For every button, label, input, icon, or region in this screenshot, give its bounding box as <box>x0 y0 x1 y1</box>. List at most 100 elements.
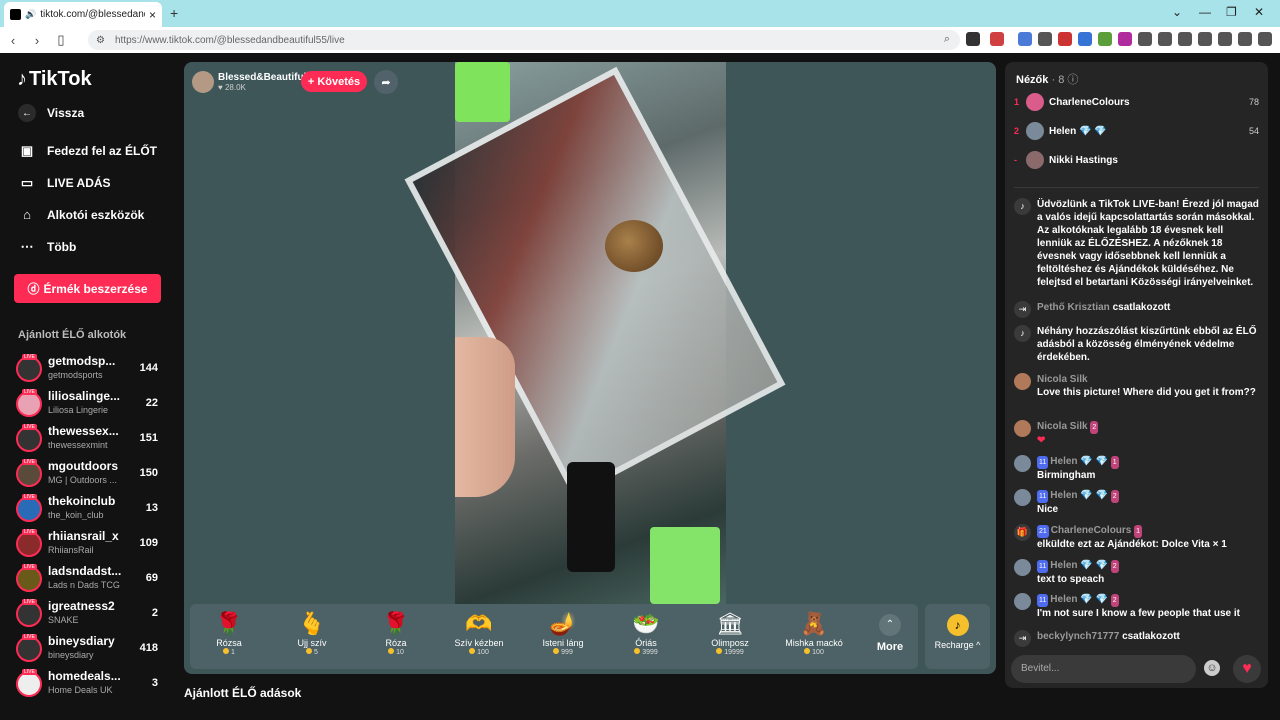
message-author[interactable]: Helen 💎 💎 <box>1050 594 1108 605</box>
info-icon[interactable]: ⓘ <box>1067 74 1078 86</box>
chat-message: ♪ Üdvözlünk a TikTok LIVE-ban! Érezd jól… <box>1014 198 1259 289</box>
more-gifts-button[interactable]: ⌃ More <box>868 614 912 653</box>
extensions-puzzle-icon[interactable] <box>1158 32 1172 46</box>
like-heart-icon[interactable]: ♥ <box>1233 655 1261 683</box>
message-author[interactable]: Pethő Krisztian <box>1037 302 1110 313</box>
sound-icon[interactable]: 🔊 <box>25 9 36 20</box>
viewers-header: Nézők · 8 ⓘ <box>1016 71 1078 87</box>
back-icon[interactable]: ‹ <box>2 33 24 48</box>
join-icon: ⇥ <box>1014 301 1031 318</box>
gift-item[interactable]: 🏛 Olimposz 19999 <box>691 610 769 656</box>
restore-icon[interactable]: ❐ <box>1226 5 1237 19</box>
tiktok-logo[interactable]: ♪ TikTok <box>17 68 92 91</box>
emoji-icon[interactable]: ☺ <box>1204 660 1220 676</box>
bookmark-icon[interactable]: ▯ <box>50 32 72 48</box>
creator-item[interactable]: LIVE igreatness2 SNAKE 2 <box>16 599 166 629</box>
tab-list-icon[interactable]: ⌄ <box>1172 5 1182 19</box>
gift-item[interactable]: 🧸 Mishka mackó 100 <box>775 610 853 656</box>
gift-price-value: 1 <box>231 649 235 656</box>
coin-icon <box>469 648 476 654</box>
host-info[interactable]: Blessed&Beautiful ♥ 28.0K <box>192 70 306 94</box>
lamp-icon: 🪔 <box>549 611 577 636</box>
sidebar-item-more[interactable]: ⋯ Több <box>18 239 77 255</box>
recharge-button[interactable]: ♪ Recharge ^ <box>925 604 990 669</box>
gift-item[interactable]: 🌹 Róza 10 <box>357 610 435 656</box>
follow-button[interactable]: + Követés <box>301 71 367 92</box>
gift-price: 10 <box>357 648 435 656</box>
hls-extension-icon[interactable] <box>1058 32 1072 46</box>
creator-item[interactable]: LIVE liliosalinge... Liliosa Lingerie 22 <box>16 389 166 419</box>
sidebar-item-creator-tools[interactable]: ⌂ Alkotói eszközök <box>18 207 144 222</box>
extension-icon[interactable] <box>1118 32 1132 46</box>
sidebar-item-label: LIVE ADÁS <box>47 176 111 190</box>
avatar[interactable] <box>1014 420 1031 437</box>
extension-icon[interactable] <box>1078 32 1092 46</box>
site-settings-icon[interactable]: ⚙ <box>96 35 105 46</box>
gift-icon: 🎁 <box>1014 524 1031 541</box>
extension-icon[interactable] <box>1138 32 1152 46</box>
browser-tab[interactable]: 🔊 tiktok.com/@blessedandbea × <box>4 2 162 27</box>
gift-item[interactable]: 🪔 Isteni láng 999 <box>524 610 602 656</box>
chat-message: 11 Helen 💎 💎 2 Nice <box>1014 489 1259 516</box>
gift-item[interactable]: 🥗 Óriás 3999 <box>607 610 685 656</box>
message-author[interactable]: beckylynch71777 <box>1037 631 1119 642</box>
creator-item[interactable]: LIVE ladsndadst... Lads n Dads TCG 69 <box>16 564 166 594</box>
gift-item[interactable]: 🫶 Szív kézben 100 <box>440 610 518 656</box>
share-icon[interactable]: ➦ <box>374 70 398 94</box>
brave-shield-icon[interactable] <box>966 32 980 46</box>
new-tab-icon[interactable]: + <box>170 5 178 21</box>
chat-input[interactable]: Bevitel... <box>1011 655 1196 683</box>
creator-item[interactable]: LIVE rhiiansrail_x RhiiansRail 109 <box>16 529 166 559</box>
sidebar-toggle-icon[interactable] <box>1178 32 1192 46</box>
creator-item[interactable]: LIVE homedeals... Home Deals UK 3 <box>16 669 166 699</box>
avatar[interactable] <box>1014 593 1031 610</box>
extension-icon[interactable] <box>1038 32 1052 46</box>
wallet-icon[interactable] <box>1198 32 1212 46</box>
chat-message: 🎁 21 CharleneColours 1 elküldte ezt az Ajá… <box>1014 524 1259 551</box>
message-author[interactable]: Nicola Silk <box>1037 373 1259 386</box>
url-field[interactable]: ⚙ https://www.tiktok.com/@blessedandbeau… <box>88 30 960 50</box>
message-author[interactable]: Helen 💎 💎 <box>1050 456 1108 467</box>
viewer-row[interactable]: - Nikki Hastings <box>1014 149 1259 171</box>
translate-extension-icon[interactable] <box>1018 32 1032 46</box>
avatar[interactable] <box>1014 455 1031 472</box>
level-badge: 21 <box>1037 525 1049 538</box>
forward-icon[interactable]: › <box>26 33 48 48</box>
logo-text: TikTok <box>29 68 92 90</box>
fan-badge: 1 <box>1110 456 1119 469</box>
get-coins-button[interactable]: ⓓ Érmék beszerzése <box>14 274 161 303</box>
fan-badge: 2 <box>1110 594 1119 607</box>
menu-icon[interactable] <box>1258 32 1272 46</box>
creator-item[interactable]: LIVE thewessex... thewessexmint 151 <box>16 424 166 454</box>
fan-badge: 2 <box>1090 421 1099 434</box>
minimize-icon[interactable]: — <box>1199 5 1211 19</box>
zoom-icon[interactable]: ⌕ <box>944 33 950 46</box>
vpn-icon[interactable] <box>1238 32 1252 46</box>
creator-item[interactable]: LIVE thekoinclub the_koin_club 13 <box>16 494 166 524</box>
live-video[interactable] <box>404 62 786 604</box>
message-author[interactable]: Helen 💎 💎 <box>1050 560 1108 571</box>
avatar[interactable] <box>1014 559 1031 576</box>
rewards-icon[interactable] <box>990 32 1004 46</box>
gift-item[interactable]: 🌹 Rózsa 1 <box>190 610 268 656</box>
viewer-name: CharleneColours <box>1049 96 1130 108</box>
close-tab-icon[interactable]: × <box>149 8 156 22</box>
close-window-icon[interactable]: ✕ <box>1254 5 1264 19</box>
creator-item[interactable]: LIVE bineysdiary bineysdiary 418 <box>16 634 166 664</box>
gift-item[interactable]: 🫰 Ujj szív 5 <box>273 610 351 656</box>
viewer-row[interactable]: 2 Helen 💎 💎 54 <box>1014 120 1259 142</box>
message-author[interactable]: Helen 💎 💎 <box>1050 490 1108 501</box>
viewer-row[interactable]: 1 CharleneColours 78 <box>1014 91 1259 113</box>
creator-item[interactable]: LIVE getmodsp... getmodsports 144 <box>16 354 166 384</box>
viewer-rank: 1 <box>1014 97 1020 107</box>
sidebar-item-go-live[interactable]: ▭ LIVE ADÁS <box>18 175 111 191</box>
avatar[interactable] <box>1014 373 1031 390</box>
extension-icon[interactable] <box>1098 32 1112 46</box>
ai-icon[interactable] <box>1218 32 1232 46</box>
message-author[interactable]: CharleneColours <box>1051 525 1132 536</box>
creator-item[interactable]: LIVE mgoutdoors MG | Outdoors ... 150 <box>16 459 166 489</box>
avatar[interactable] <box>1014 489 1031 506</box>
back-button[interactable]: ← Vissza <box>18 104 84 122</box>
message-author[interactable]: Nicola Silk <box>1037 421 1088 432</box>
sidebar-item-explore-live[interactable]: ▣ Fedezd fel az ÉLŐT <box>18 143 157 159</box>
